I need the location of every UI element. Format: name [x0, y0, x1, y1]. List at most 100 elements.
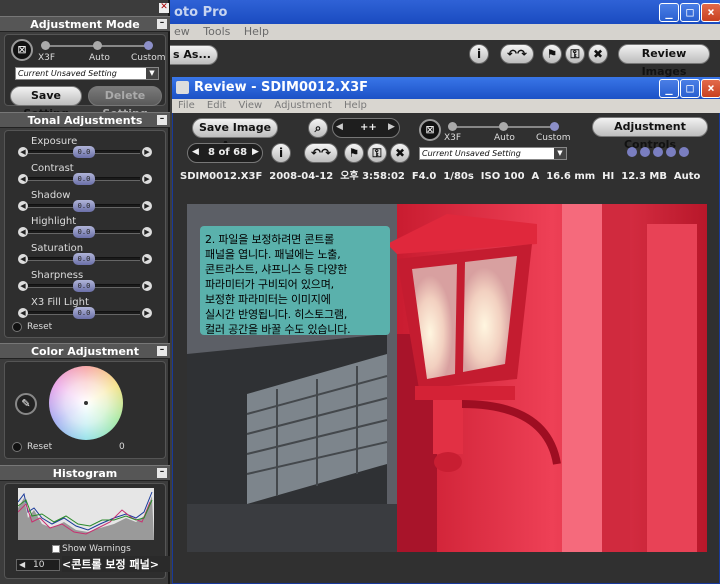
save-as-button[interactable]: s As...: [166, 45, 218, 65]
rotate-icon[interactable]: ↶↷: [304, 143, 338, 163]
chevron-right-icon[interactable]: ▶: [142, 201, 152, 211]
chevron-left-icon[interactable]: ◀: [18, 201, 28, 211]
slider-track[interactable]: 0.0: [28, 146, 140, 158]
key-icon[interactable]: ⚿: [565, 44, 585, 64]
slider-thumb[interactable]: 0.0: [73, 200, 95, 212]
eyedropper-icon[interactable]: ✎: [15, 393, 37, 415]
menu-view[interactable]: ew: [174, 25, 190, 38]
slider-thumb[interactable]: 0.0: [73, 173, 95, 185]
menu-help[interactable]: Help: [244, 25, 269, 38]
slider-track[interactable]: 0.0: [28, 253, 140, 265]
key-icon[interactable]: ⚿: [367, 143, 387, 163]
zoom-icon[interactable]: ⌕: [308, 118, 328, 138]
chevron-left-icon[interactable]: ◀: [18, 174, 28, 184]
slider-track[interactable]: 0.0: [28, 280, 140, 292]
chevron-left-icon[interactable]: ◀: [336, 122, 343, 132]
chevron-down-icon[interactable]: ▼: [554, 148, 566, 159]
chevron-right-icon[interactable]: ▶: [142, 281, 152, 291]
chevron-left-icon[interactable]: ◀: [18, 281, 28, 291]
mode-dot-auto[interactable]: [499, 122, 508, 131]
collapse-icon[interactable]: –: [157, 346, 167, 356]
adjustment-mode-header[interactable]: Adjustment Mode –: [0, 16, 170, 32]
minimize-button[interactable]: _: [659, 3, 679, 22]
color-reset-button[interactable]: [12, 442, 22, 452]
chevron-right-icon[interactable]: ▶: [142, 254, 152, 264]
review-setting-select[interactable]: Current Unsaved Setting ▼: [419, 147, 567, 160]
note-line: 패널을 엽니다. 패널에는 노출,: [205, 248, 341, 261]
collapse-icon[interactable]: –: [157, 468, 167, 478]
mode-dot-x3f[interactable]: [448, 122, 457, 131]
show-warnings-checkbox[interactable]: [52, 545, 60, 553]
menu-help[interactable]: Help: [344, 100, 367, 111]
indicator-dots: [627, 147, 689, 159]
slider-thumb[interactable]: 0.0: [73, 226, 95, 238]
close-button[interactable]: ×: [701, 3, 720, 22]
mode-dot-custom[interactable]: [550, 122, 559, 131]
color-wheel-pointer[interactable]: [84, 401, 88, 405]
review-maximize-button[interactable]: □: [680, 79, 700, 98]
menu-file[interactable]: File: [178, 100, 195, 111]
adjustment-controls-button[interactable]: Adjustment Controls: [592, 117, 708, 151]
slider-thumb[interactable]: 0.0: [73, 307, 95, 319]
mode-camera-icon[interactable]: ⊠: [419, 119, 441, 141]
chevron-right-icon[interactable]: ▶: [142, 227, 152, 237]
save-image-as-button[interactable]: Save Image As...: [192, 118, 278, 152]
menu-view[interactable]: View: [238, 100, 262, 111]
slider-track[interactable]: 0.0: [28, 226, 140, 238]
rotate-icon[interactable]: ↶↷: [500, 44, 534, 64]
chevron-left-icon[interactable]: ◀: [192, 147, 199, 157]
chevron-left-icon[interactable]: ◀: [18, 254, 28, 264]
menu-edit[interactable]: Edit: [207, 100, 226, 111]
review-menubar: File Edit View Adjustment Help: [172, 99, 720, 113]
tonal-header[interactable]: Tonal Adjustments –: [0, 112, 170, 128]
chevron-left-icon[interactable]: ◀: [18, 227, 28, 237]
collapse-icon[interactable]: –: [157, 19, 167, 29]
panel-close-icon[interactable]: ✕: [159, 3, 169, 13]
color-wheel[interactable]: [49, 366, 123, 440]
mode-dot-auto[interactable]: [93, 41, 102, 50]
chevron-down-icon[interactable]: ▼: [146, 68, 158, 79]
tonal-reset-button[interactable]: [12, 322, 22, 332]
chevron-right-icon[interactable]: ▶: [142, 147, 152, 157]
slider-track[interactable]: 0.0: [28, 173, 140, 185]
mode-dot-x3f[interactable]: [41, 41, 50, 50]
trash-icon[interactable]: ✖: [390, 143, 410, 163]
mode-camera-icon[interactable]: ⊠: [11, 39, 33, 61]
flag-icon[interactable]: ⚑: [344, 143, 364, 163]
collapse-icon[interactable]: –: [157, 115, 167, 125]
review-minimize-button[interactable]: _: [659, 79, 679, 98]
histogram-level-stepper[interactable]: ◀ 10: [16, 559, 60, 571]
review-images-button[interactable]: Review Images: [618, 44, 710, 78]
delete-setting-button[interactable]: Delete Setting: [88, 86, 162, 120]
review-close-button[interactable]: ×: [701, 79, 720, 98]
histogram-header[interactable]: Histogram –: [0, 465, 170, 481]
zoom-control[interactable]: ◀ ++ ▶: [332, 118, 400, 138]
slider-thumb[interactable]: 0.0: [73, 146, 95, 158]
color-header[interactable]: Color Adjustment –: [0, 343, 170, 359]
slider-track[interactable]: 0.0: [28, 307, 140, 319]
slider-thumb[interactable]: 0.0: [73, 280, 95, 292]
chevron-left-icon[interactable]: ◀: [18, 308, 28, 318]
menu-tools[interactable]: Tools: [203, 25, 230, 38]
menu-adjustment[interactable]: Adjustment: [274, 100, 331, 111]
setting-select-value: Current Unsaved Setting: [18, 69, 117, 78]
chevron-right-icon[interactable]: ▶: [142, 174, 152, 184]
save-setting-button[interactable]: Save Setting: [10, 86, 82, 120]
info-icon[interactable]: i: [271, 143, 291, 163]
chevron-right-icon[interactable]: ▶: [388, 122, 395, 132]
trash-icon[interactable]: ✖: [588, 44, 608, 64]
flag-icon[interactable]: ⚑: [542, 44, 562, 64]
setting-select[interactable]: Current Unsaved Setting ▼: [15, 67, 159, 80]
mode-dot-custom[interactable]: [144, 41, 153, 50]
chevron-left-icon[interactable]: ◀: [19, 560, 25, 569]
chevron-right-icon[interactable]: ▶: [252, 147, 259, 157]
slider-thumb[interactable]: 0.0: [73, 253, 95, 265]
info-icon[interactable]: i: [469, 44, 489, 64]
slider-track[interactable]: 0.0: [28, 200, 140, 212]
maximize-button[interactable]: □: [680, 3, 700, 22]
chevron-right-icon[interactable]: ▶: [142, 308, 152, 318]
color-panel: ✎ Reset 0: [4, 361, 166, 459]
chevron-left-icon[interactable]: ◀: [18, 147, 28, 157]
page-navigator[interactable]: ◀ 8 of 68 ▶: [187, 143, 263, 163]
tonal-reset-label: Reset: [27, 322, 53, 332]
